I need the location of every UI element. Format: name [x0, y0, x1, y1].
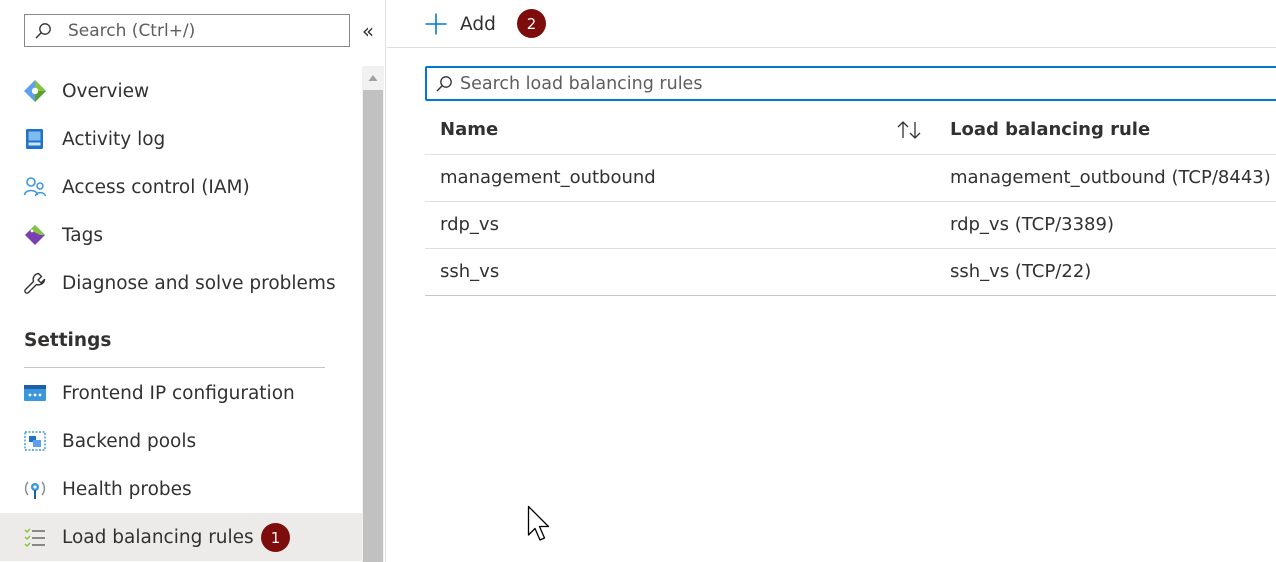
step-badge: 2 [517, 9, 546, 38]
rules-search-box[interactable] [425, 66, 1276, 101]
table-row[interactable]: management_outbound management_outbound … [425, 155, 1276, 202]
row-name-cell: management_outbound [440, 167, 656, 188]
column-header-name[interactable]: Name [440, 119, 498, 140]
sidebar-item-label: Load balancing rules [62, 526, 254, 548]
row-name-cell: rdp_vs [440, 214, 499, 235]
main-content: Add 2 Name Load balancing rule managemen… [387, 0, 1276, 562]
table-header: Name Load balancing rule [425, 106, 1276, 155]
collapse-sidebar-button[interactable]: « [359, 19, 377, 43]
resource-menu-sidebar: « Overview Activity log Access control (… [0, 0, 386, 562]
sidebar-item-label: Diagnose and solve problems [62, 272, 336, 294]
scroll-up-arrow-icon[interactable] [362, 66, 384, 90]
sidebar-item-access-control[interactable]: Access control (IAM) [0, 163, 362, 211]
azure-portal-page: « Overview Activity log Access control (… [0, 0, 1276, 562]
add-button-label: Add [460, 13, 496, 35]
add-button[interactable]: Add [425, 10, 496, 38]
sidebar-item-label: Tags [62, 224, 103, 246]
sidebar-scrollbar[interactable] [362, 66, 384, 562]
frontend-ip-icon [23, 381, 47, 405]
overview-icon [23, 79, 47, 103]
mouse-pointer-icon [527, 505, 550, 541]
sort-icon[interactable] [895, 118, 923, 142]
health-probes-icon [23, 477, 47, 501]
sidebar-item-label: Health probes [62, 478, 192, 500]
scrollbar-thumb[interactable] [363, 90, 383, 562]
sidebar-item-label: Access control (IAM) [62, 176, 250, 198]
sidebar-item-tags[interactable]: Tags [0, 211, 362, 259]
sidebar-item-backend-pools[interactable]: Backend pools [0, 417, 362, 465]
sidebar-item-label: Overview [62, 80, 150, 102]
row-rule-cell: ssh_vs (TCP/22) [950, 261, 1092, 282]
table-row[interactable]: rdp_vs rdp_vs (TCP/3389) [425, 202, 1276, 249]
settings-section-title: Settings [24, 330, 112, 351]
sidebar-item-diagnose[interactable]: Diagnose and solve problems [0, 259, 362, 307]
row-rule-cell: rdp_vs (TCP/3389) [950, 214, 1114, 235]
sidebar-item-activity-log[interactable]: Activity log [0, 115, 362, 163]
wrench-icon [23, 271, 47, 295]
access-control-icon [23, 175, 47, 199]
sidebar-item-load-balancing-rules[interactable]: Load balancing rules 1 [0, 513, 362, 561]
row-rule-cell: management_outbound (TCP/8443) [950, 167, 1271, 188]
step-badge: 1 [261, 523, 290, 552]
row-name-cell: ssh_vs [440, 261, 500, 282]
rules-search-input[interactable] [460, 73, 1240, 94]
load-balancing-rules-icon [23, 525, 47, 549]
section-divider [24, 367, 325, 368]
sidebar-item-overview[interactable]: Overview [0, 67, 362, 115]
sidebar-item-label: Backend pools [62, 430, 197, 452]
search-icon [34, 22, 52, 40]
sidebar-item-label: Frontend IP configuration [62, 382, 295, 404]
sidebar-item-health-probes[interactable]: Health probes [0, 465, 362, 513]
plus-icon [425, 13, 447, 35]
activity-log-icon [23, 127, 47, 151]
sidebar-item-label: Activity log [62, 128, 166, 150]
sidebar-search-input[interactable] [68, 20, 328, 41]
command-bar: Add 2 [387, 0, 1276, 48]
sidebar-search-box[interactable] [24, 14, 350, 47]
sidebar-item-frontend-ip[interactable]: Frontend IP configuration [0, 369, 362, 417]
search-icon [435, 75, 453, 93]
column-header-load-balancing-rule[interactable]: Load balancing rule [950, 119, 1150, 140]
tags-icon [23, 223, 47, 247]
table-row[interactable]: ssh_vs ssh_vs (TCP/22) [425, 249, 1276, 296]
backend-pools-icon [23, 429, 47, 453]
